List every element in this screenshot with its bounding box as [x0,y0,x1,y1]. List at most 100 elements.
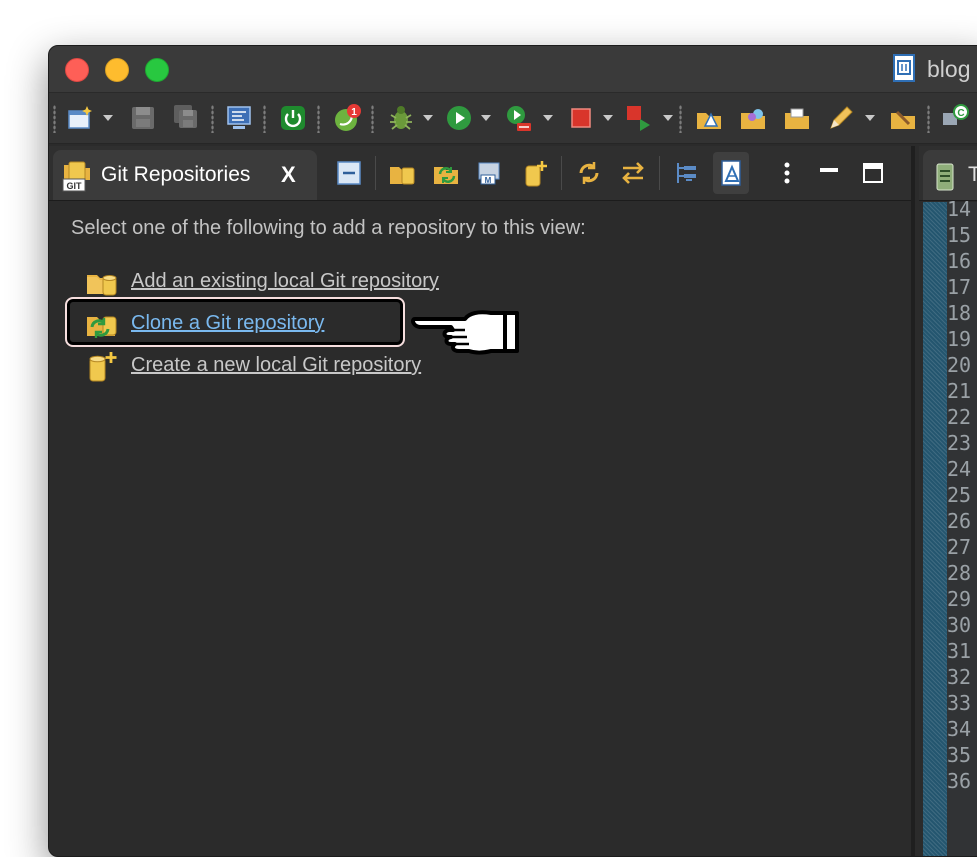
line-number: 16 [947,249,972,273]
window-title: blog [927,56,971,82]
intro-text: Select one of the following to add a rep… [71,217,586,239]
show-properties-icon[interactable] [713,152,749,194]
line-number: 34 [947,717,972,741]
zoom-window-button[interactable] [145,58,169,82]
debug-icon[interactable] [383,93,419,143]
open-task-icon[interactable] [885,93,921,143]
tab-git-repositories[interactable]: GIT Git Repositories X [53,150,317,200]
title-bar: blog [49,46,977,93]
perspective-icon[interactable]: C [937,93,973,143]
open-folder-icon[interactable] [735,93,771,143]
spring-notifications-icon[interactable]: 1 [329,93,365,143]
line-number: 23 [947,431,972,455]
toolbar-grip[interactable] [263,105,266,133]
pencil-icon[interactable] [823,93,859,143]
collapse-all-icon[interactable] [331,152,367,194]
save-all-icon[interactable] [169,93,205,143]
save-icon[interactable] [125,93,161,143]
git-repositories-view: GIT Git Repositories X M Select one of t… [49,146,915,856]
refresh-icon[interactable] [571,152,607,194]
minimize-window-button[interactable] [105,58,129,82]
line-number: 17 [947,275,972,299]
stop-dropdown-caret[interactable] [603,115,613,121]
line-number: 29 [947,587,972,611]
gerrit-import-icon[interactable]: M [473,152,509,194]
line-number: 30 [947,613,972,637]
close-tab-button[interactable]: X [281,162,296,188]
toolbar-grip[interactable] [317,105,320,133]
line-number: 18 [947,301,972,325]
run-dropdown-caret[interactable] [481,115,491,121]
add-existing-repo-link[interactable]: Add an existing local Git repository [131,270,439,293]
pointing-hand-icon [411,310,519,355]
line-number: 33 [947,691,972,715]
toolbar-grip[interactable] [53,105,56,133]
view-content: Select one of the following to add a rep… [49,201,911,856]
line-number: 32 [947,665,972,689]
line-number: 21 [947,379,972,403]
new-wizard-icon[interactable] [63,93,99,143]
editor-tab[interactable]: T [923,150,977,200]
create-repo-icon [89,352,117,382]
create-repo-icon[interactable] [517,152,553,194]
line-number: 22 [947,405,972,429]
pencil-dropdown-caret[interactable] [865,115,875,121]
line-number: 36 [947,769,972,793]
line-number-gutter: 14 15 16 17 18 19 20 21 22 23 24 25 26 27 28 29 30 31 32 33… [947,197,977,856]
run-icon[interactable] [441,93,477,143]
notification-badge: 1 [351,107,357,118]
open-resource-icon[interactable] [779,93,815,143]
highlight-box [65,297,405,347]
power-icon[interactable] [275,93,311,143]
line-number: 14 [947,197,972,221]
toolbar-grip[interactable] [211,105,214,133]
minimize-icon[interactable] [811,152,847,194]
main-toolbar: 1 C [49,93,977,144]
toolbar-grip[interactable] [371,105,374,133]
line-number: 31 [947,639,972,663]
editor-tab-label: T [968,163,977,187]
editor-area: T 14151617181920212223242526272829303132… [919,146,977,856]
terminal-icon[interactable] [221,93,257,143]
line-number: 25 [947,483,972,507]
svg-text:GIT: GIT [67,181,83,191]
java-file-icon [936,163,954,191]
run-server-icon[interactable] [501,93,537,143]
add-existing-repo-icon [87,275,117,296]
open-type-icon[interactable] [691,93,727,143]
line-number: 26 [947,509,972,533]
toolbar-grip[interactable] [927,105,930,133]
tab-label: Git Repositories [101,163,251,186]
line-number: 24 [947,457,972,481]
editor-tab-bar: T [919,146,977,201]
add-existing-repo-icon[interactable] [385,152,421,194]
toolbar-separator [659,156,660,190]
annotation-ruler [923,202,947,856]
line-number: 19 [947,327,972,351]
external-tools-icon[interactable] [621,93,657,143]
svg-text:C: C [957,108,964,119]
toolbar-separator [375,156,376,190]
eclipse-window: blog 1 C GIT Git Repositories X M Select… [48,45,977,857]
run-server-dropdown-caret[interactable] [543,115,553,121]
git-repository-icon: GIT [62,161,90,192]
clone-repo-icon[interactable] [429,152,465,194]
external-tools-dropdown-caret[interactable] [663,115,673,121]
stop-icon[interactable] [563,93,599,143]
create-repo-link[interactable]: Create a new local Git repository [131,354,421,377]
line-number: 35 [947,743,972,767]
project-file-icon [893,54,915,82]
close-window-button[interactable] [65,58,89,82]
line-number: 28 [947,561,972,585]
svg-text:M: M [485,176,492,185]
view-menu-icon[interactable] [769,152,805,194]
hierarchical-layout-icon[interactable] [669,152,705,194]
line-number: 20 [947,353,972,377]
maximize-icon[interactable] [855,152,891,194]
link-with-selection-icon[interactable] [615,152,651,194]
debug-dropdown-caret[interactable] [423,115,433,121]
view-tab-bar: GIT Git Repositories X M [49,146,911,201]
toolbar-separator [561,156,562,190]
toolbar-grip[interactable] [679,105,682,133]
new-dropdown-caret[interactable] [103,115,113,121]
